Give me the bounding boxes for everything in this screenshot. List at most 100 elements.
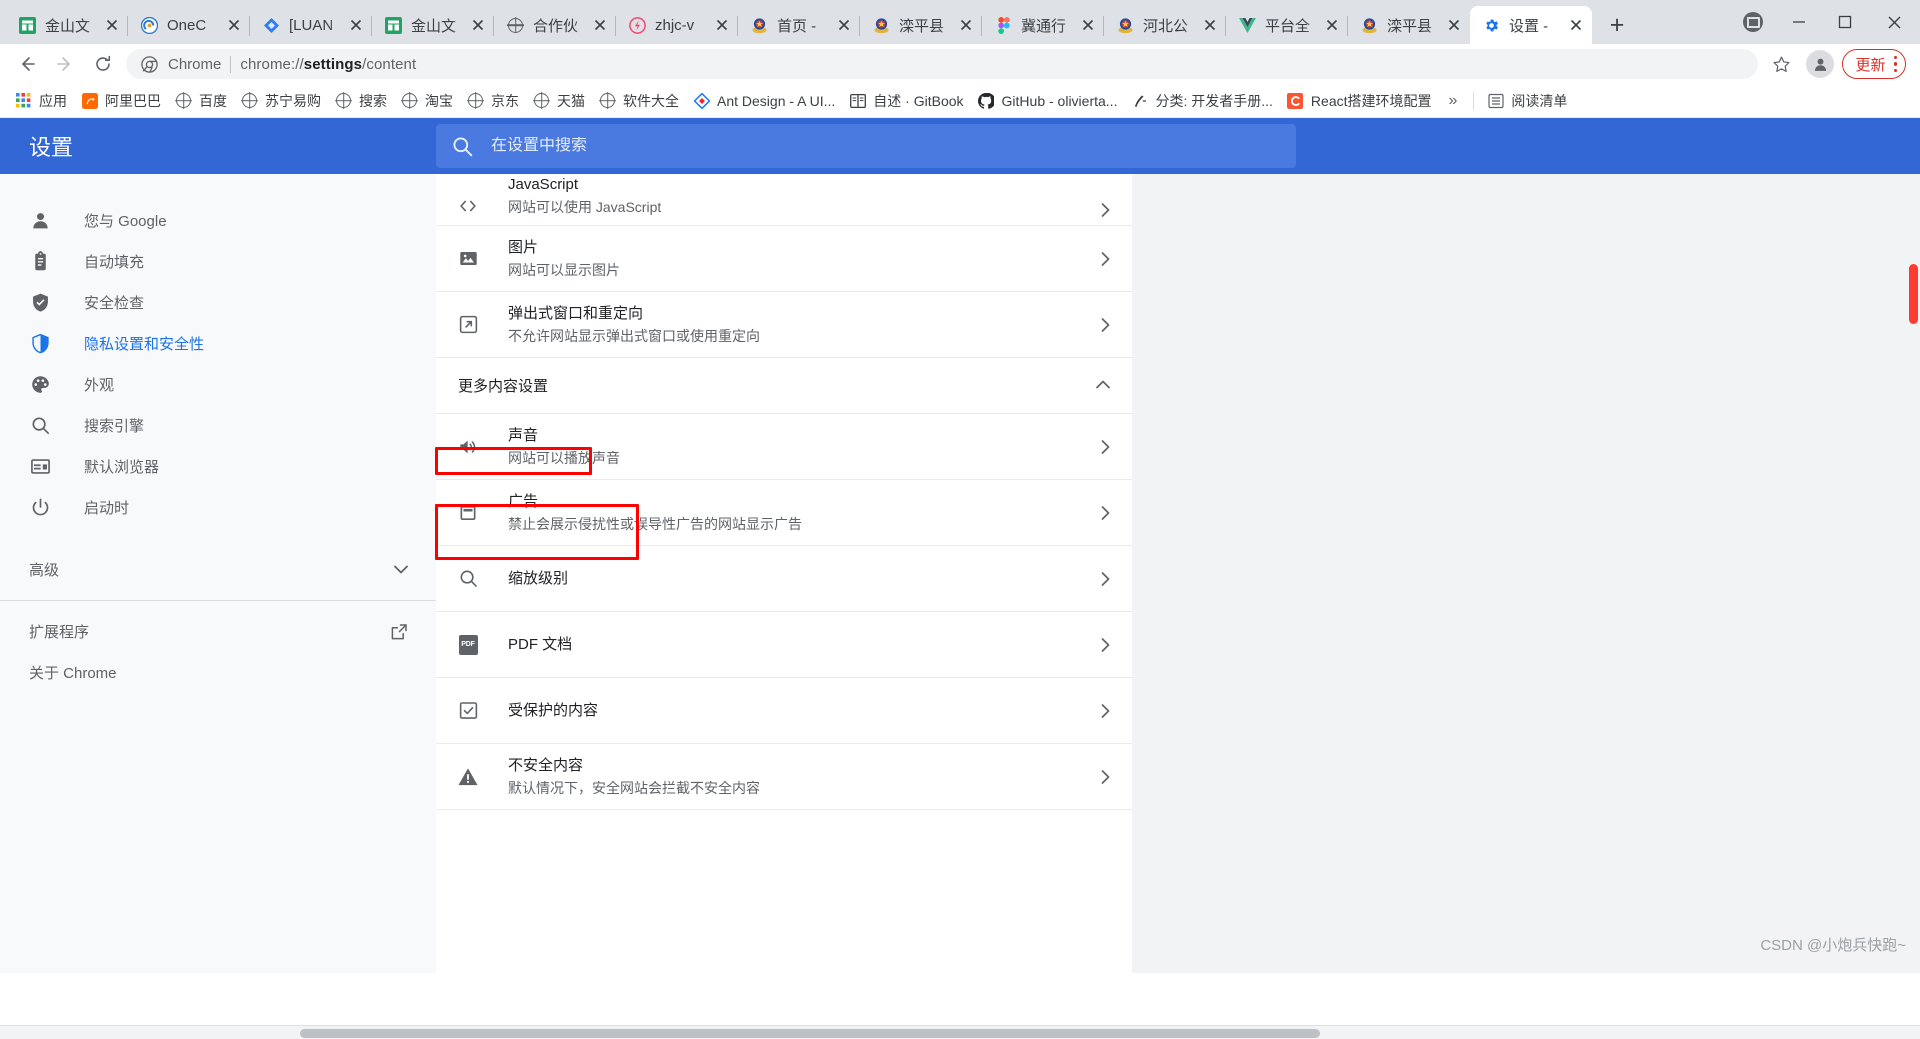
back-button[interactable] <box>8 45 46 83</box>
external-link-icon <box>390 623 408 641</box>
update-button[interactable]: 更新 <box>1842 49 1906 79</box>
tab-close-button[interactable] <box>1200 15 1220 35</box>
browser-tab[interactable]: 金山文 <box>6 6 128 44</box>
content-setting-row[interactable]: 声音 网站可以播放声音 <box>436 414 1132 480</box>
globe-icon <box>242 93 257 108</box>
bookmarks-bar: 应用 阿里巴巴 百度 苏宁易购 搜索 淘宝 京东 天猫 软件大全 Ant Design - A … <box>0 84 1920 118</box>
browser-window: 金山文 OneC [LUAN 金山文 合作伙 zhjc-v 首页 - 滦平县 冀通行 河北公 平台全… <box>0 0 1920 1039</box>
bookmarks-overflow-button[interactable]: » <box>1439 92 1468 110</box>
tab-close-button[interactable] <box>224 15 244 35</box>
bookmark-item[interactable]: 淘宝 <box>394 88 460 114</box>
address-bar[interactable]: Chrome chrome://settings/content <box>126 49 1759 79</box>
sidebar-item[interactable]: 默认浏览器 <box>0 446 436 487</box>
content-setting-row[interactable]: JavaScript 网站可以使用 JavaScript <box>436 174 1132 226</box>
browser-tab[interactable]: 滦平县 <box>1348 6 1470 44</box>
sidebar-item[interactable]: 搜索引擎 <box>0 405 436 446</box>
bookmark-item[interactable]: 苏宁易购 <box>234 88 328 114</box>
content-setting-row[interactable]: 弹出式窗口和重定向 不允许网站显示弹出式窗口或使用重定向 <box>436 292 1132 358</box>
more-content-settings-header[interactable]: 更多内容设置 <box>436 358 1132 414</box>
sidebar-item[interactable]: 隐私设置和安全性 <box>0 323 436 364</box>
sidebar-item[interactable]: 启动时 <box>0 487 436 528</box>
browser-tab[interactable]: OneC <box>128 6 250 44</box>
sidebar-item-label: 您与 Google <box>84 213 167 230</box>
chevron-right-icon <box>1101 505 1110 520</box>
tab-title: OneC <box>167 16 207 34</box>
bookmark-item[interactable]: GitHub - olivierta... <box>971 88 1125 114</box>
browser-tab[interactable]: 设置 - <box>1470 6 1592 44</box>
maximize-button[interactable] <box>1822 0 1868 44</box>
reload-button[interactable] <box>84 45 122 83</box>
settings-page: 设置 您与 Google 自动填充安全检查隐私设置和安全性外观搜索引擎默认浏览器启… <box>0 118 1920 973</box>
sidebar-item-about[interactable]: 关于 Chrome <box>0 652 436 693</box>
code-icon <box>456 195 480 217</box>
bookmark-item[interactable]: 分类: 开发者手册... <box>1124 88 1279 114</box>
browser-tab[interactable]: [LUAN <box>250 6 372 44</box>
bookmark-star-button[interactable] <box>1764 47 1798 81</box>
browser-tab[interactable]: 金山文 <box>372 6 494 44</box>
content-setting-row[interactable]: 广告 禁止会展示侵扰性或误导性广告的网站显示广告 <box>436 480 1132 546</box>
tab-close-button[interactable] <box>834 15 854 35</box>
content-setting-row[interactable]: 受保护的内容 <box>436 678 1132 744</box>
close-window-button[interactable] <box>1868 0 1920 44</box>
tab-close-button[interactable] <box>1078 15 1098 35</box>
sidebar-item-advanced[interactable]: 高级 <box>0 549 436 590</box>
chevron-right-icon <box>1101 317 1110 332</box>
url-prefix: chrome:// <box>240 55 304 73</box>
browser-tab[interactable]: 合作伙 <box>494 6 616 44</box>
bookmark-item[interactable]: 软件大全 <box>592 88 686 114</box>
scrollbar-thumb-vertical[interactable] <box>1909 264 1918 324</box>
content-setting-row[interactable]: 不安全内容 默认情况下，安全网站会拦截不安全内容 <box>436 744 1132 810</box>
tab-close-button[interactable] <box>956 15 976 35</box>
back-arrow-icon <box>22 57 35 71</box>
profile-avatar[interactable] <box>1806 50 1835 78</box>
search-input[interactable] <box>491 137 1280 155</box>
browser-tab[interactable]: 河北公 <box>1104 6 1226 44</box>
chevron-right-icon <box>1101 439 1110 454</box>
tab-close-button[interactable] <box>468 15 488 35</box>
sidebar-item-label: 搜索引擎 <box>84 418 145 435</box>
scrollbar-thumb-horizontal[interactable] <box>300 1029 1320 1038</box>
police-icon <box>750 16 769 35</box>
bookmark-item[interactable]: 百度 <box>168 88 234 114</box>
row-subtitle: 网站可以显示图片 <box>508 262 620 278</box>
bookmark-apps[interactable]: 应用 <box>8 88 74 114</box>
cast-button[interactable] <box>1730 0 1776 44</box>
tab-close-button[interactable] <box>102 15 122 35</box>
tab-close-button[interactable] <box>1322 15 1342 35</box>
tab-close-button[interactable] <box>1444 15 1464 35</box>
zoom-icon <box>456 568 480 589</box>
forward-button[interactable] <box>46 45 84 83</box>
reading-list-icon <box>1487 92 1504 109</box>
sidebar-item-extensions[interactable]: 扩展程序 <box>0 611 436 652</box>
tab-close-button[interactable] <box>1566 15 1586 35</box>
browser-tab[interactable]: 冀通行 <box>982 6 1104 44</box>
bookmark-item[interactable]: 自述 · GitBook <box>842 88 970 114</box>
browser-tab[interactable]: 首页 - <box>738 6 860 44</box>
browser-tab[interactable]: zhjc-v <box>616 6 738 44</box>
page-scrollbar-vertical[interactable] <box>1906 118 1920 973</box>
sidebar-item[interactable]: 外观 <box>0 364 436 405</box>
browser-tab[interactable]: 平台全 <box>1226 6 1348 44</box>
content-setting-row[interactable]: PDF PDF 文档 <box>436 612 1132 678</box>
bookmark-item[interactable]: Ant Design - A UI... <box>686 88 842 114</box>
bookmark-item[interactable]: React搭建环境配置 <box>1280 88 1439 114</box>
tab-close-button[interactable] <box>712 15 732 35</box>
bookmark-item[interactable]: 搜索 <box>328 88 394 114</box>
bookmark-item[interactable]: 京东 <box>460 88 526 114</box>
page-scrollbar-horizontal[interactable] <box>0 1025 1920 1039</box>
settings-search[interactable] <box>436 124 1296 168</box>
tab-close-button[interactable] <box>346 15 366 35</box>
sidebar-item[interactable]: 您与 Google <box>0 200 436 241</box>
sidebar-item[interactable]: 自动填充 <box>0 241 436 282</box>
new-tab-button[interactable]: + <box>1600 8 1634 42</box>
content-setting-row[interactable]: 缩放级别 <box>436 546 1132 612</box>
bookmark-item[interactable]: 天猫 <box>526 88 592 114</box>
browser-tab[interactable]: 滦平县 <box>860 6 982 44</box>
sidebar-item[interactable]: 安全检查 <box>0 282 436 323</box>
reading-list-button[interactable]: 阅读清单 <box>1480 88 1574 114</box>
content-setting-row[interactable]: 图片 网站可以显示图片 <box>436 226 1132 292</box>
minimize-button[interactable] <box>1776 0 1822 44</box>
tab-close-button[interactable] <box>590 15 610 35</box>
bookmark-item[interactable]: 阿里巴巴 <box>74 88 168 114</box>
